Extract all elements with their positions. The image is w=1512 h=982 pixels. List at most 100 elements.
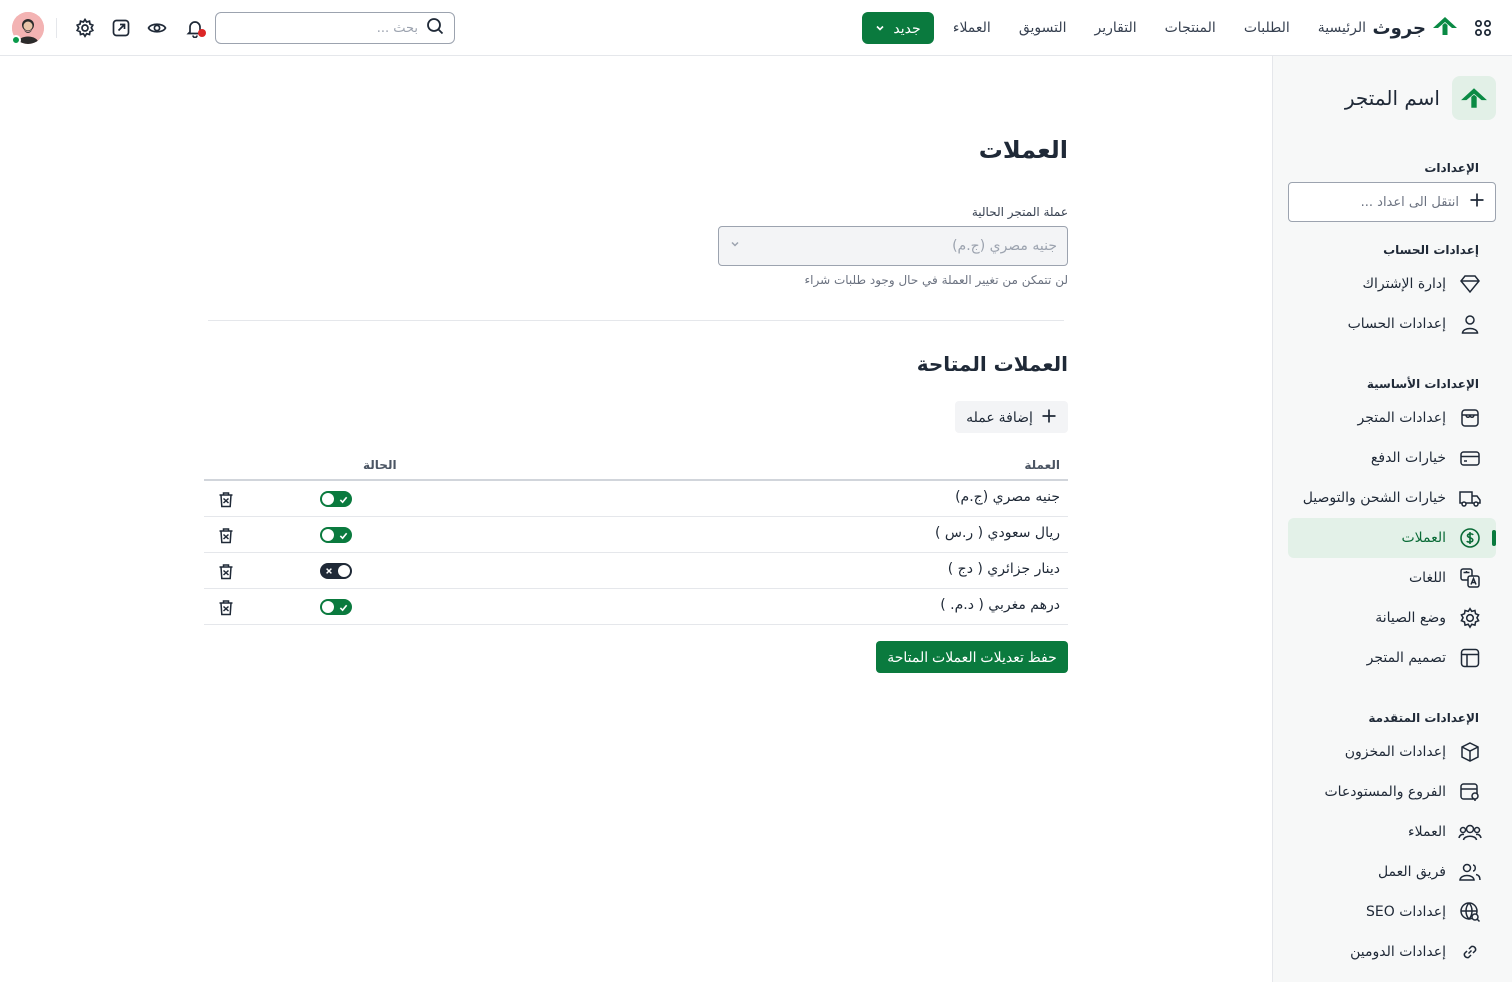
sidebar-item-label: إعدادات الحساب xyxy=(1347,316,1446,332)
apps-grid-icon[interactable] xyxy=(1474,19,1492,37)
diamond-icon xyxy=(1458,272,1482,296)
nav-products[interactable]: المنتجات xyxy=(1165,20,1216,36)
chevron-down-icon xyxy=(875,20,885,36)
nav-marketing[interactable]: التسويق xyxy=(1019,20,1067,36)
sidebar-item-domain-settings[interactable]: إعدادات الدومين xyxy=(1288,932,1496,972)
external-link-icon[interactable] xyxy=(109,16,133,40)
settings-section-title: الإعدادات xyxy=(1424,161,1479,175)
currency-name: جنيه مصري (ج.م) xyxy=(955,489,1060,505)
currency-name: دينار جزائري ( دج ) xyxy=(947,561,1060,577)
currency-name: درهم مغربي ( د.م. ) xyxy=(940,597,1060,613)
sidebar-item-team[interactable]: فريق العمل xyxy=(1288,852,1496,892)
status-toggle[interactable] xyxy=(320,563,352,579)
sidebar-item-label: خيارات الشحن والتوصيل xyxy=(1302,490,1446,506)
add-currency-label: إضافة عمله xyxy=(966,408,1033,425)
store-name: اسم المتجر xyxy=(1344,86,1440,110)
current-currency-select[interactable]: جنيه مصري (ج.م) xyxy=(718,226,1068,266)
sidebar-item-branches-warehouses[interactable]: الفروع والمستودعات xyxy=(1288,772,1496,812)
nav-customers[interactable]: العملاء xyxy=(953,20,991,36)
brand[interactable]: جروث xyxy=(1373,14,1458,42)
sidebar-item-payment-options[interactable]: خيارات الدفع xyxy=(1288,438,1496,478)
trash-icon[interactable] xyxy=(216,561,236,581)
sidebar-item-store-settings[interactable]: إعدادات المتجر xyxy=(1288,398,1496,438)
sidebar-item-inventory-settings[interactable]: إعدادات المخزون xyxy=(1288,732,1496,772)
user-icon xyxy=(1458,312,1482,336)
status-toggle[interactable] xyxy=(320,599,352,615)
sidebar-item-label: العملات xyxy=(1401,530,1446,546)
search-box xyxy=(215,12,455,44)
team-icon xyxy=(1458,860,1482,884)
sidebar-item-account-settings[interactable]: إعدادات الحساب xyxy=(1288,304,1496,344)
layout-icon xyxy=(1458,646,1482,670)
active-indicator xyxy=(1492,530,1496,546)
sidebar-item-label: وضع الصيانة xyxy=(1375,610,1446,626)
nav-home[interactable]: الرئيسية xyxy=(1318,20,1366,36)
column-header-currency: العملة xyxy=(1024,458,1060,472)
status-toggle[interactable] xyxy=(320,527,352,543)
credit-card-icon xyxy=(1458,446,1482,470)
sidebar-item-label: إدارة الإشتراك xyxy=(1362,276,1446,292)
sidebar-item-label: تصميم المتجر xyxy=(1366,650,1446,666)
dollar-circle-icon xyxy=(1458,526,1482,550)
nav-orders[interactable]: الطلبات xyxy=(1244,20,1290,36)
trash-icon[interactable] xyxy=(216,489,236,509)
cog-icon xyxy=(1458,606,1482,630)
sidebar-item-maintenance-mode[interactable]: وضع الصيانة xyxy=(1288,598,1496,638)
save-currencies-button[interactable]: حفظ تعديلات العملات المتاحة xyxy=(876,641,1068,673)
gear-icon[interactable] xyxy=(73,16,97,40)
translate-icon xyxy=(1458,566,1482,590)
users-icon xyxy=(1458,820,1482,844)
table-row: ريال سعودي ( ر.س ) xyxy=(204,517,1068,553)
basic-section-title: الإعدادات الأساسية xyxy=(1366,377,1479,391)
add-currency-button[interactable]: إضافة عمله xyxy=(955,401,1068,433)
sidebar-item-label: خيارات الدفع xyxy=(1370,450,1446,466)
sidebar-item-label: إعدادات المتجر xyxy=(1357,410,1446,426)
new-button[interactable]: جديد xyxy=(862,12,934,44)
sidebar-item-label: إعدادات الدومين xyxy=(1350,944,1446,960)
notification-dot xyxy=(198,29,206,37)
table-row: درهم مغربي ( د.م. ) xyxy=(204,589,1068,625)
eye-icon[interactable] xyxy=(145,16,169,40)
advanced-section-title: الإعدادات المتقدمة xyxy=(1368,711,1479,725)
currency-help-text: لن تتمكن من تغيير العملة في حال وجود طلب… xyxy=(804,273,1069,287)
settings-search-input[interactable] xyxy=(1289,194,1459,210)
available-currencies-title: العملات المتاحة xyxy=(916,352,1068,376)
topbar-separator xyxy=(56,18,57,38)
store-icon xyxy=(1458,406,1482,430)
sidebar-item-shipping-options[interactable]: خيارات الشحن والتوصيل xyxy=(1288,478,1496,518)
brand-name: جروث xyxy=(1372,17,1426,39)
settings-sidebar: اسم المتجر الإعدادات إعدادات الحساب إدار… xyxy=(1272,56,1512,982)
settings-search-box xyxy=(1288,182,1496,222)
sidebar-item-languages[interactable]: اللغات xyxy=(1288,558,1496,598)
current-currency-label: عملة المتجر الحالية xyxy=(971,205,1068,219)
sidebar-item-seo-settings[interactable]: إعدادات SEO xyxy=(1288,892,1496,932)
plus-icon[interactable] xyxy=(1469,192,1485,212)
link-icon xyxy=(1458,940,1482,964)
sidebar-item-label: فريق العمل xyxy=(1377,864,1446,880)
store-header: اسم المتجر xyxy=(1345,76,1496,120)
nav-reports[interactable]: التقارير xyxy=(1095,20,1137,36)
sidebar-item-label: اللغات xyxy=(1409,570,1446,586)
sidebar-item-customers[interactable]: العملاء xyxy=(1288,812,1496,852)
sidebar-item-label: إعدادات SEO xyxy=(1365,904,1446,920)
truck-icon xyxy=(1458,486,1482,510)
trash-icon[interactable] xyxy=(216,597,236,617)
sidebar-item-label: الفروع والمستودعات xyxy=(1324,784,1446,800)
online-status-dot xyxy=(11,35,21,45)
new-button-label: جديد xyxy=(893,19,921,36)
warehouse-icon xyxy=(1458,780,1482,804)
sidebar-item-currencies[interactable]: العملات xyxy=(1288,518,1496,558)
trash-icon[interactable] xyxy=(216,525,236,545)
account-section-title: إعدادات الحساب xyxy=(1383,243,1479,257)
chevron-down-icon xyxy=(729,238,741,254)
sidebar-item-label: إعدادات المخزون xyxy=(1344,744,1446,760)
plus-icon xyxy=(1041,408,1057,427)
main-nav: الرئيسية الطلبات المنتجات التقارير التسو… xyxy=(953,16,1366,40)
sidebar-item-store-design[interactable]: تصميم المتجر xyxy=(1288,638,1496,678)
current-currency-value: جنيه مصري (ج.م) xyxy=(952,238,1057,254)
box-icon xyxy=(1458,740,1482,764)
sidebar-item-subscription[interactable]: إدارة الإشتراك xyxy=(1288,264,1496,304)
status-toggle[interactable] xyxy=(320,491,352,507)
search-icon[interactable] xyxy=(426,17,444,39)
search-input[interactable] xyxy=(226,20,418,36)
